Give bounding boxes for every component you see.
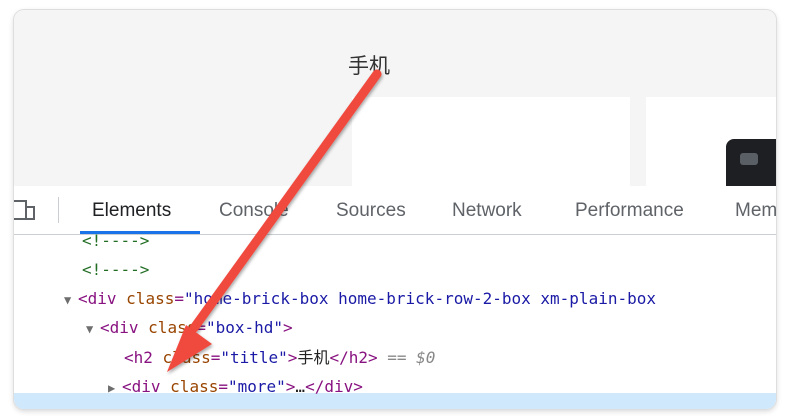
node-text: 手机 — [297, 348, 330, 367]
tag-open: <h2 — [124, 348, 153, 367]
tag-end: </h2> — [329, 348, 378, 367]
tag-gt: > — [285, 377, 296, 396]
expand-triangle-icon[interactable]: ▶ — [108, 377, 122, 399]
attr-equals: = — [218, 377, 228, 396]
dom-node-comment[interactable]: <!----> — [82, 259, 149, 281]
attr-value: "more" — [227, 377, 286, 396]
camera-detail — [740, 153, 758, 165]
tab-separator — [58, 197, 59, 223]
attr-name: class — [148, 318, 197, 337]
tab-elements[interactable]: Elements — [92, 200, 171, 222]
attr-name: class — [162, 348, 211, 367]
attr-value: "box-hd" — [205, 318, 284, 337]
comment-text: <!----> — [82, 231, 150, 250]
dom-node-comment[interactable]: <!----> — [82, 230, 149, 252]
browser-window: 手机 Elements Console Sources Network Perf… — [14, 10, 776, 409]
dom-node-div[interactable]: ▼ <div class="box-hd"> — [86, 317, 293, 339]
collapse-triangle-icon[interactable]: ▼ — [86, 318, 100, 340]
node-text: … — [295, 377, 306, 396]
tag-open: <div — [78, 289, 117, 308]
dom-node-div[interactable]: ▼ <div class="home-brick-box home-brick-r… — [64, 288, 656, 310]
attr-value: "title" — [220, 348, 288, 367]
product-card[interactable] — [352, 97, 630, 186]
attr-equals: = — [196, 318, 206, 337]
dom-node-h2-selected[interactable]: <h2 class="title">手机</h2> == $0 — [124, 347, 435, 369]
tag-end: </div> — [305, 377, 363, 396]
attr-equals: = — [210, 348, 221, 367]
devtools-tabbar: Elements Console Sources Network Perform… — [14, 186, 776, 235]
collapse-triangle-icon[interactable]: ▼ — [64, 289, 78, 311]
product-image[interactable] — [726, 139, 776, 186]
device-toolbar-icon[interactable] — [14, 199, 38, 221]
dom-node-div[interactable]: ▶ <div class="more">…</div> — [108, 376, 363, 398]
devtools-panel: Elements Console Sources Network Perform… — [14, 186, 776, 409]
tag-open: <div — [100, 318, 139, 337]
comment-text: <!----> — [82, 260, 150, 279]
tab-network[interactable]: Network — [452, 200, 522, 222]
tag-open: <div — [122, 377, 161, 396]
tab-console[interactable]: Console — [219, 200, 289, 222]
tag-close-bracket: > — [283, 318, 293, 337]
section-title: 手机 — [348, 54, 390, 78]
attr-equals: = — [174, 289, 184, 308]
product-card[interactable] — [646, 97, 776, 186]
attr-name: class — [126, 289, 175, 308]
attr-value: "home-brick-box home-brick-row-2-box xm-… — [183, 289, 656, 308]
page-viewport: 手机 — [14, 10, 776, 186]
tab-sources[interactable]: Sources — [336, 200, 406, 222]
console-reference: == $0 — [387, 348, 436, 367]
attr-name: class — [170, 377, 219, 396]
tag-gt: > — [287, 348, 298, 367]
tab-memory[interactable]: Mem — [735, 200, 776, 222]
tab-performance[interactable]: Performance — [575, 200, 684, 222]
